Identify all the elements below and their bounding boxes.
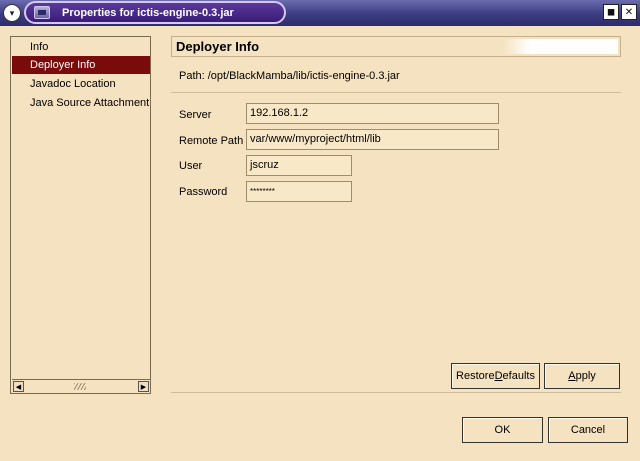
chevron-down-icon: ▾	[9, 7, 15, 18]
window-title: Properties for ictis-engine-0.3.jar	[62, 6, 234, 19]
close-icon: ✕	[624, 6, 634, 18]
title-bar: ▾ Properties for ictis-engine-0.3.jar ◼ …	[0, 0, 640, 26]
maximize-button[interactable]: ◼	[603, 4, 619, 20]
nav-item-deployer-info[interactable]: Deployer Info	[12, 56, 150, 74]
restore-defaults-label-post: efaults	[502, 370, 535, 382]
app-icon	[34, 6, 50, 19]
server-input[interactable]: 192.168.1.2	[246, 103, 499, 124]
remote-path-input[interactable]: var/www/myproject/html/lib	[246, 129, 499, 150]
server-label: Server	[179, 109, 212, 121]
nav-item-info[interactable]: Info	[12, 38, 150, 56]
remote-path-label: Remote Path	[179, 135, 244, 147]
password-input[interactable]: ********	[246, 181, 352, 202]
user-label: User	[179, 160, 203, 172]
arrow-right-icon: ▶	[140, 383, 147, 391]
apply-button[interactable]: Apply	[544, 363, 620, 389]
cancel-button[interactable]: Cancel	[548, 417, 628, 443]
scroll-right-button[interactable]: ▶	[138, 381, 149, 392]
nav-item-javadoc-location[interactable]: Javadoc Location	[12, 75, 150, 93]
horizontal-scrollbar[interactable]: ◀ ▶	[12, 379, 150, 392]
header-gradient	[502, 39, 618, 54]
page-header: Deployer Info	[171, 36, 621, 57]
restore-defaults-mnemonic: D	[494, 370, 503, 382]
restore-defaults-button[interactable]: Restore Defaults	[451, 363, 540, 389]
separator	[171, 92, 621, 93]
property-page-list: Info Deployer Info Javadoc Location Java…	[10, 36, 151, 394]
password-label: Password	[179, 186, 228, 198]
restore-defaults-label-pre: Restore	[456, 370, 495, 382]
window-menu-button[interactable]: ▾	[3, 4, 21, 22]
user-input[interactable]: jscruz	[246, 155, 352, 176]
scroll-left-button[interactable]: ◀	[13, 381, 24, 392]
jar-path: Path: /opt/BlackMamba/lib/ictis-engine-0…	[179, 70, 400, 82]
ok-button[interactable]: OK	[462, 417, 543, 443]
close-button[interactable]: ✕	[621, 4, 637, 20]
scroll-grip[interactable]	[74, 383, 86, 390]
apply-label: pply	[575, 370, 596, 382]
button-separator	[171, 392, 621, 393]
nav-item-java-source-attachment[interactable]: Java Source Attachment	[12, 94, 150, 112]
page-title: Deployer Info	[176, 39, 260, 54]
maximize-icon: ◼	[606, 6, 616, 18]
window-title-pill: Properties for ictis-engine-0.3.jar	[24, 1, 286, 24]
arrow-left-icon: ◀	[15, 383, 22, 391]
apply-mnemonic: A	[568, 370, 576, 382]
